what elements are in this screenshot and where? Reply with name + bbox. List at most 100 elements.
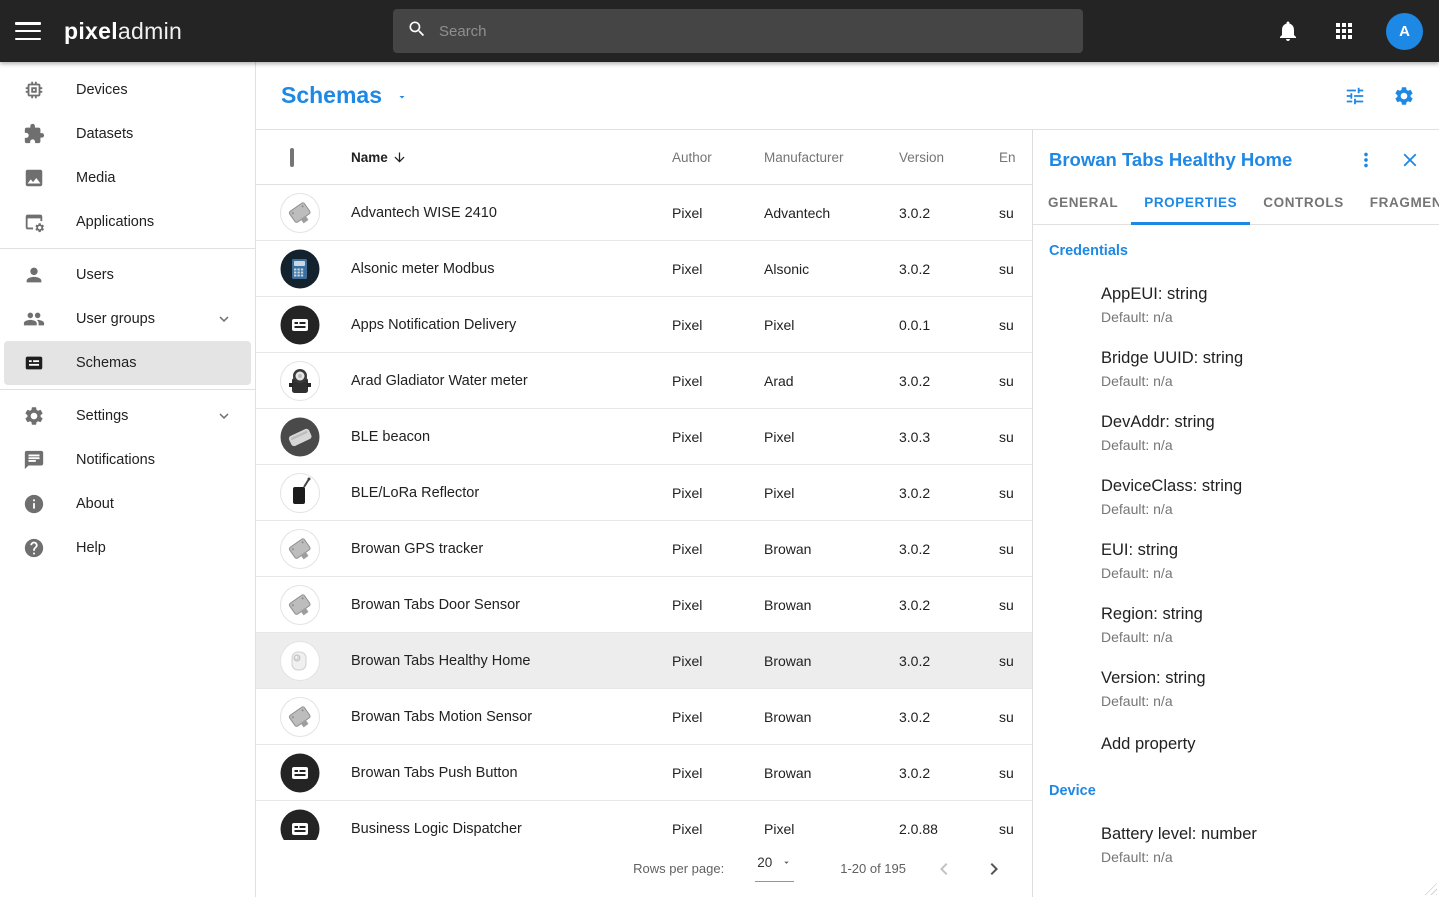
table-row[interactable]: Arad Gladiator Water meter Pixel Arad 3.… <box>256 353 1032 409</box>
table-row[interactable]: Browan GPS tracker Pixel Browan 3.0.2 su <box>256 521 1032 577</box>
sidebar-item-settings[interactable]: Settings <box>4 394 251 438</box>
cell-version: 3.0.2 <box>899 653 999 669</box>
search-input[interactable] <box>439 23 1069 40</box>
rows-per-page-label: Rows per page: <box>633 861 724 876</box>
page-header: Schemas <box>256 62 1439 130</box>
table-row[interactable]: Alsonic meter Modbus Pixel Alsonic 3.0.2… <box>256 241 1032 297</box>
page-title-dropdown[interactable]: Schemas <box>281 82 408 109</box>
device-thumbnail <box>280 529 320 569</box>
cell-version: 0.0.1 <box>899 317 999 333</box>
kebab-menu-icon[interactable] <box>1355 149 1377 171</box>
sidebar-divider <box>0 389 255 390</box>
column-header-author[interactable]: Author <box>672 150 764 165</box>
about-icon <box>23 493 45 515</box>
cell-version: 2.0.88 <box>899 821 999 837</box>
sidebar-item-users[interactable]: Users <box>4 253 251 297</box>
app-logo[interactable]: pixeladmin <box>64 18 182 45</box>
top-app-bar: pixeladmin A <box>0 0 1439 62</box>
panel-tab-general[interactable]: GENERAL <box>1035 180 1131 224</box>
device-thumbnail <box>280 417 320 457</box>
table-row[interactable]: BLE/LoRa Reflector Pixel Pixel 3.0.2 su <box>256 465 1032 521</box>
sidebar-item-user-groups[interactable]: User groups <box>4 297 251 341</box>
sidebar-item-applications[interactable]: Applications <box>4 200 251 244</box>
sidebar-item-media[interactable]: Media <box>4 156 251 200</box>
column-header-manufacturer[interactable]: Manufacturer <box>764 150 899 165</box>
sidebar-item-label: Help <box>76 540 106 556</box>
users-icon <box>23 264 45 286</box>
property-default: Default: n/a <box>1101 693 1423 709</box>
panel-tab-fragments[interactable]: FRAGMENTS <box>1357 180 1439 224</box>
sidebar-item-about[interactable]: About <box>4 482 251 526</box>
detail-panel: Browan Tabs Healthy Home GENERALPROPERTI… <box>1032 130 1439 897</box>
sidebar-item-schemas[interactable]: Schemas <box>4 341 251 385</box>
property-name: DeviceClass: string <box>1101 477 1423 496</box>
cell-enabled: su <box>999 821 1032 837</box>
page-title: Schemas <box>281 82 382 109</box>
schema-property[interactable]: EUI: string Default: n/a <box>1101 541 1423 581</box>
table-row[interactable]: Browan Tabs Door Sensor Pixel Browan 3.0… <box>256 577 1032 633</box>
notifications-bell-icon[interactable] <box>1276 19 1300 43</box>
cell-author: Pixel <box>672 317 764 333</box>
sidebar-item-notifications[interactable]: Notifications <box>4 438 251 482</box>
property-default: Default: n/a <box>1101 309 1423 325</box>
cell-author: Pixel <box>672 429 764 445</box>
applications-icon <box>23 211 45 233</box>
table-row[interactable]: Browan Tabs Motion Sensor Pixel Browan 3… <box>256 689 1032 745</box>
device-thumbnail <box>280 305 320 345</box>
device-thumbnail <box>280 473 320 513</box>
schema-property[interactable]: DevAddr: string Default: n/a <box>1101 413 1423 453</box>
schema-property[interactable]: Region: string Default: n/a <box>1101 605 1423 645</box>
sidebar-item-devices[interactable]: Devices <box>4 68 251 112</box>
schema-property[interactable]: AppEUI: string Default: n/a <box>1101 285 1423 325</box>
property-name: DevAddr: string <box>1101 413 1423 432</box>
table-header-row: Name Author Manufacturer Version En <box>256 130 1032 185</box>
filter-tune-icon[interactable] <box>1344 85 1366 107</box>
apps-grid-icon[interactable] <box>1332 19 1356 43</box>
rows-per-page-select[interactable]: 20 <box>755 855 794 882</box>
schema-property[interactable]: Bridge UUID: string Default: n/a <box>1101 349 1423 389</box>
schema-property[interactable]: DeviceClass: string Default: n/a <box>1101 477 1423 517</box>
table-row[interactable]: Business Logic Dispatcher Pixel Pixel 2.… <box>256 801 1032 840</box>
property-name: Bridge UUID: string <box>1101 349 1423 368</box>
table-pagination: Rows per page: 20 1-20 of 195 <box>256 840 1032 897</box>
schema-property[interactable]: Battery level: number Default: n/a <box>1101 825 1423 865</box>
add-property-button[interactable]: Add property <box>1049 733 1423 755</box>
caret-down-icon <box>781 855 792 871</box>
property-name: Version: string <box>1101 669 1423 688</box>
schema-property[interactable]: Version: string Default: n/a <box>1101 669 1423 709</box>
cell-enabled: su <box>999 261 1032 277</box>
property-name: Battery level: number <box>1101 825 1423 844</box>
user-avatar[interactable]: A <box>1386 13 1423 50</box>
table-row[interactable]: Apps Notification Delivery Pixel Pixel 0… <box>256 297 1032 353</box>
column-header-enabled[interactable]: En <box>999 150 1032 165</box>
panel-tab-controls[interactable]: CONTROLS <box>1250 180 1357 224</box>
cell-version: 3.0.2 <box>899 597 999 613</box>
settings-icon <box>23 405 45 427</box>
panel-body: Credentials AppEUI: string Default: n/a … <box>1033 225 1439 897</box>
close-icon[interactable] <box>1399 149 1421 171</box>
sidebar-item-help[interactable]: Help <box>4 526 251 570</box>
settings-gear-icon[interactable] <box>1393 85 1415 107</box>
cell-author: Pixel <box>672 821 764 837</box>
sidebar-item-datasets[interactable]: Datasets <box>4 112 251 156</box>
cell-version: 3.0.2 <box>899 485 999 501</box>
cell-version: 3.0.2 <box>899 261 999 277</box>
column-header-version[interactable]: Version <box>899 150 999 165</box>
cell-enabled: su <box>999 429 1032 445</box>
table-row[interactable]: Browan Tabs Healthy Home Pixel Browan 3.… <box>256 633 1032 689</box>
select-all-checkbox[interactable] <box>290 148 294 167</box>
table-row[interactable]: Browan Tabs Push Button Pixel Browan 3.0… <box>256 745 1032 801</box>
global-search[interactable] <box>393 9 1083 53</box>
cell-manufacturer: Pixel <box>764 317 899 333</box>
cell-manufacturer: Pixel <box>764 485 899 501</box>
table-row[interactable]: BLE beacon Pixel Pixel 3.0.3 su <box>256 409 1032 465</box>
cell-name: Browan Tabs Push Button <box>351 765 672 781</box>
cell-enabled: su <box>999 373 1032 389</box>
panel-tab-properties[interactable]: PROPERTIES <box>1131 180 1250 224</box>
column-header-name[interactable]: Name <box>351 150 672 165</box>
next-page-button[interactable] <box>982 857 1006 881</box>
sidebar-item-label: User groups <box>76 311 155 327</box>
table-row[interactable]: Advantech WISE 2410 Pixel Advantech 3.0.… <box>256 185 1032 241</box>
cell-name: BLE/LoRa Reflector <box>351 485 672 501</box>
hamburger-menu-icon[interactable] <box>15 22 41 40</box>
